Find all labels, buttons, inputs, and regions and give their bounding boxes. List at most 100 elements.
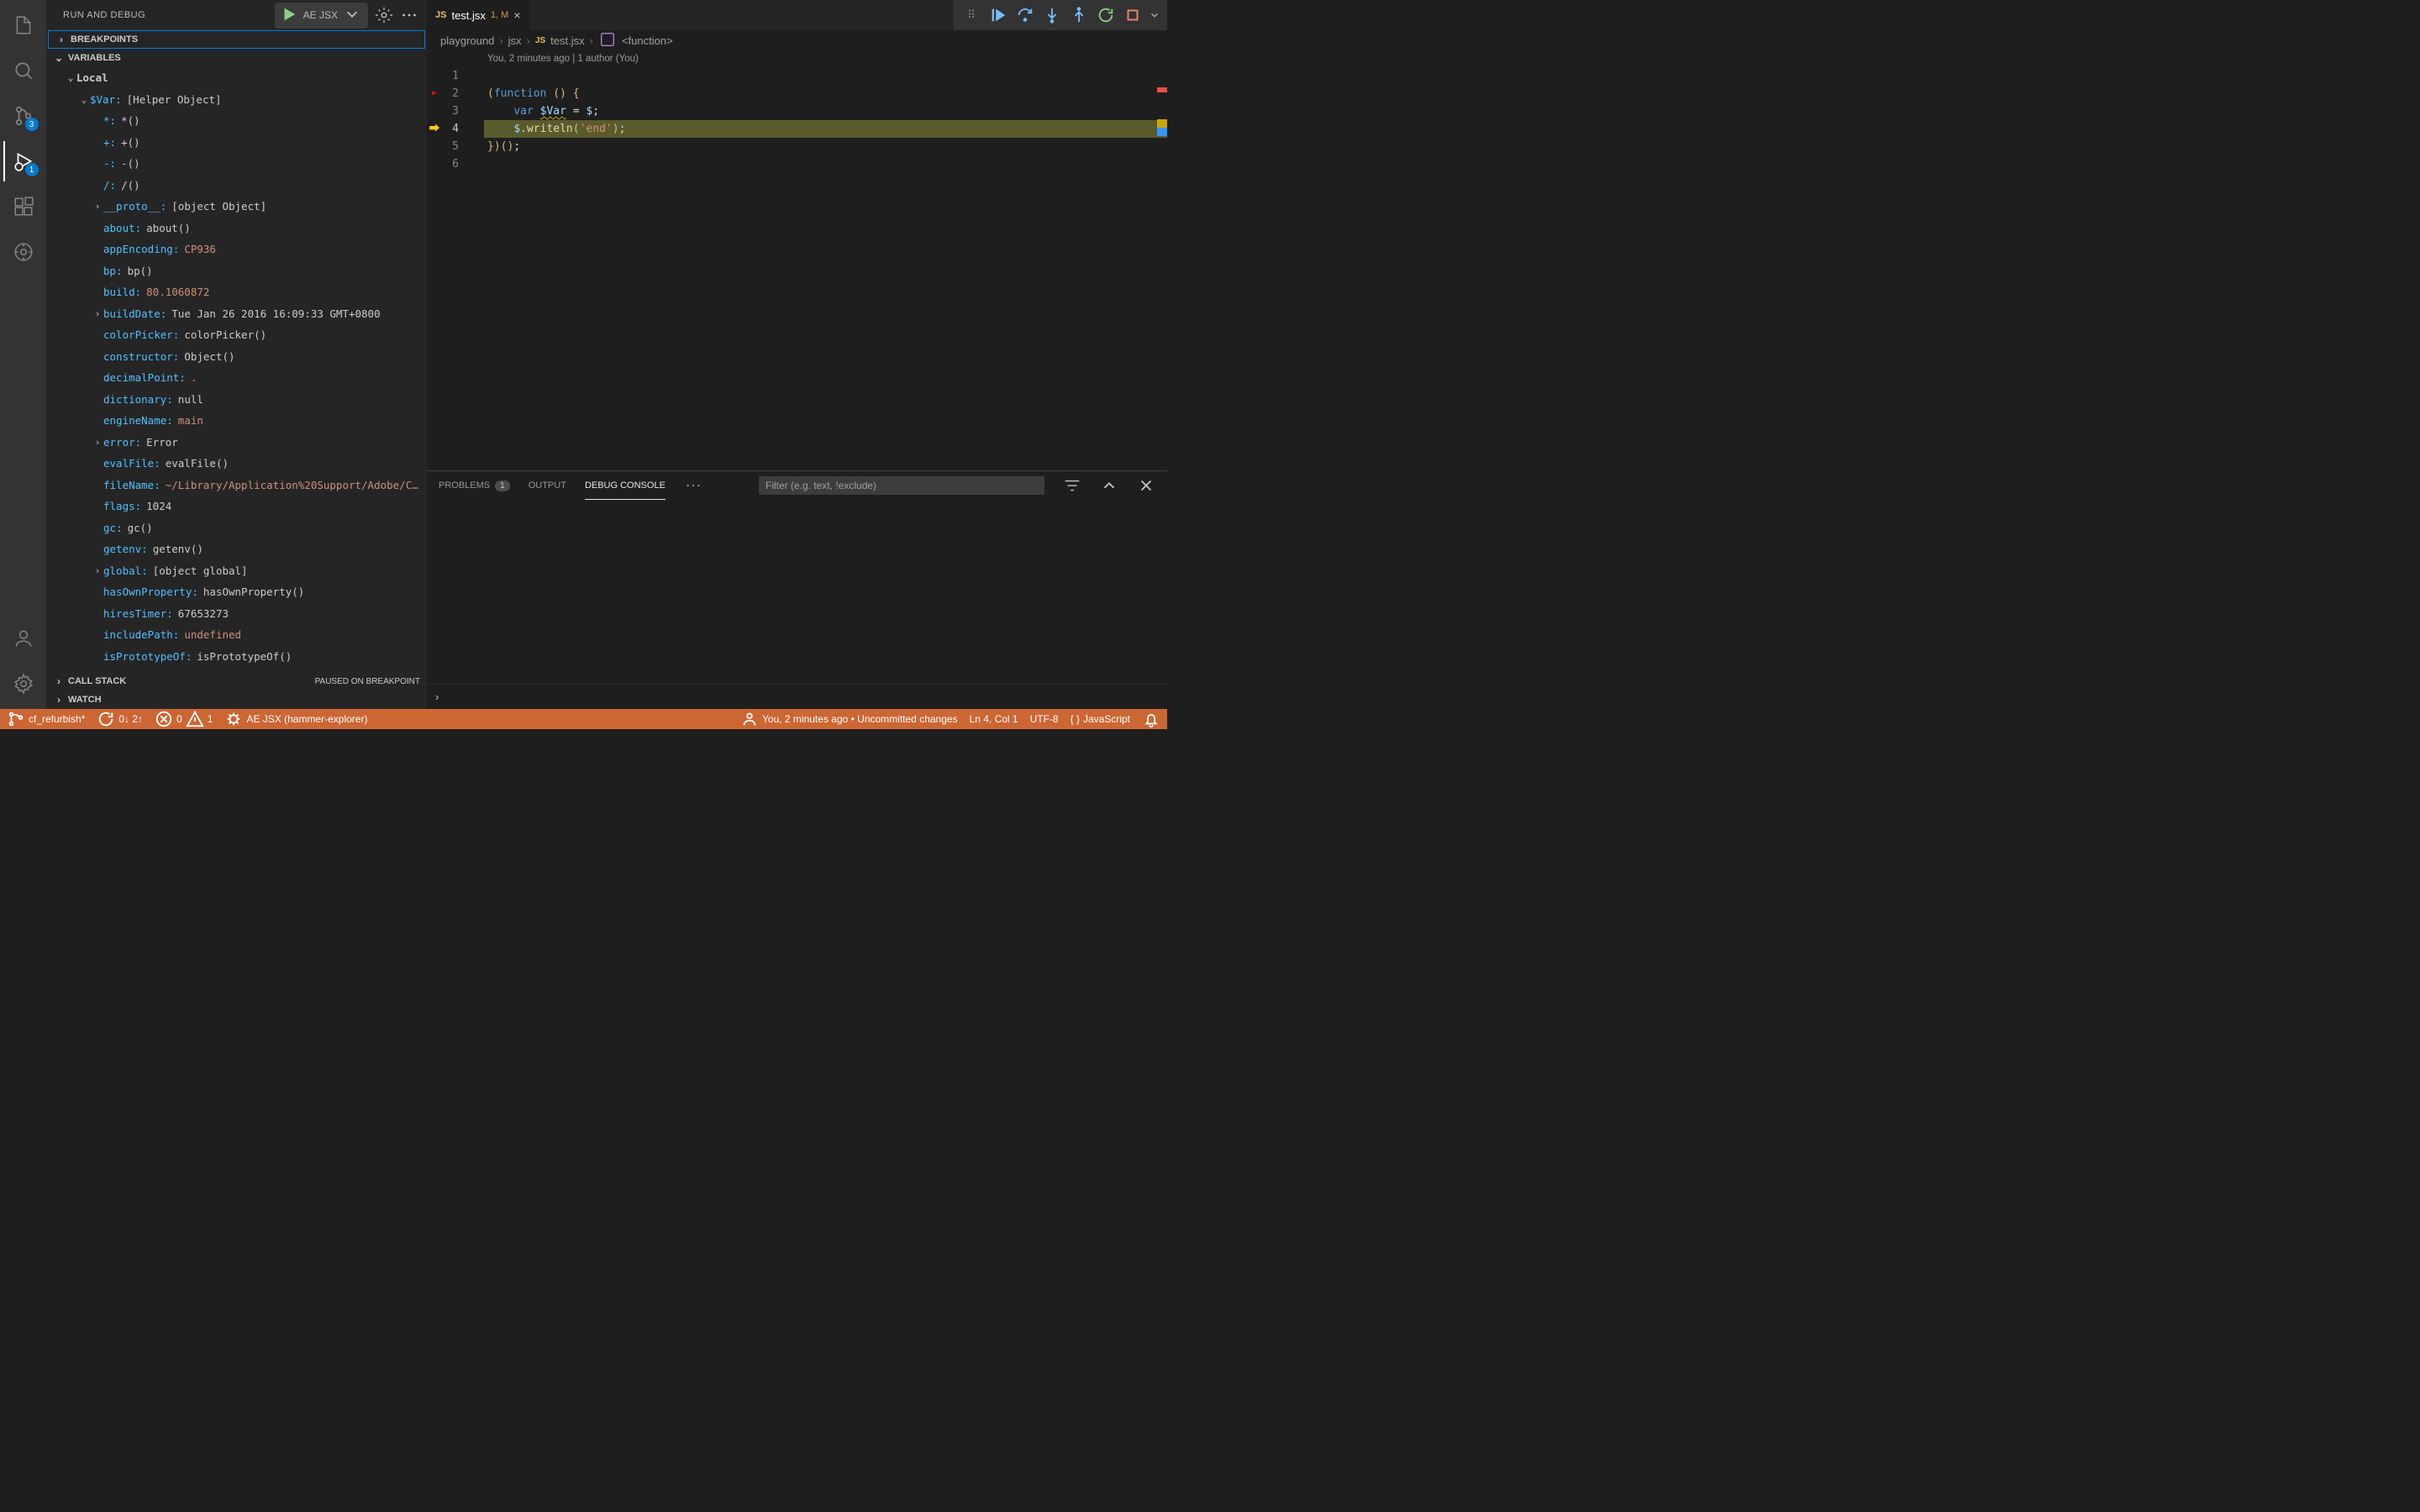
status-sync[interactable]: 0↓ 2↑ — [97, 710, 143, 728]
filter-input[interactable] — [759, 476, 1044, 495]
variable-row[interactable]: hiresTimer:67653273 — [46, 603, 427, 625]
var-key: colorPicker: — [103, 324, 179, 346]
problems-label: PROBLEMS — [439, 480, 490, 491]
grip-icon[interactable]: ⠿ — [960, 6, 982, 24]
overview-ruler[interactable] — [1155, 67, 1167, 470]
tab-test-jsx[interactable]: JS test.jsx 1, M × — [427, 0, 530, 30]
tab-problems[interactable]: PROBLEMS 1 — [439, 471, 510, 500]
debug-console-input[interactable]: › — [427, 684, 1167, 709]
variable-row[interactable]: bp:bp() — [46, 260, 427, 282]
var-key: global: — [103, 560, 148, 582]
variable-row[interactable]: *:*() — [46, 110, 427, 132]
variable-row[interactable]: appEncoding:CP936 — [46, 239, 427, 260]
debug-console-body[interactable] — [427, 500, 1167, 684]
crumb-file[interactable]: test.jsx — [550, 34, 584, 47]
variable-row[interactable]: colorPicker:colorPicker() — [46, 324, 427, 346]
tab-modified-badge: 1, M — [491, 10, 508, 20]
close-icon[interactable]: × — [513, 8, 520, 22]
variable-row[interactable]: fileName:~/Library/Application%20Support… — [46, 475, 427, 496]
status-bell-icon[interactable] — [1142, 710, 1160, 728]
explorer-icon[interactable] — [3, 5, 44, 45]
extensions-icon[interactable] — [3, 186, 44, 227]
step-over-icon[interactable] — [1014, 6, 1036, 24]
variables-body[interactable]: ⌄ Local ⌄ $Var: [Helper Object] *:*()+:+… — [46, 67, 427, 672]
gitlens-icon[interactable] — [3, 232, 44, 272]
settings-icon[interactable] — [3, 664, 44, 704]
variable-row[interactable]: hasOwnProperty:hasOwnProperty() — [46, 581, 427, 603]
variable-row[interactable]: engineName:main — [46, 410, 427, 432]
crumb-folder[interactable]: jsx — [508, 34, 522, 47]
var-header[interactable]: ⌄ $Var: [Helper Object] — [46, 89, 427, 111]
crumb-symbol[interactable]: <function> — [622, 34, 673, 47]
variable-row[interactable]: gc:gc() — [46, 517, 427, 539]
var-key: __proto__: — [103, 196, 166, 218]
watch-section[interactable]: › WATCH — [46, 690, 427, 709]
variable-row[interactable]: decimalPoint:. — [46, 367, 427, 389]
var-key: -: — [103, 153, 116, 175]
status-branch[interactable]: cf_refurbish* — [7, 710, 85, 728]
stop-icon[interactable] — [1122, 6, 1144, 24]
tab-bar: JS test.jsx 1, M × ⠿ — [427, 0, 1167, 30]
variable-row[interactable]: build:80.1060872 — [46, 281, 427, 303]
status-problems[interactable]: 0 1 — [155, 710, 213, 728]
callstack-section[interactable]: › CALL STACK PAUSED ON BREAKPOINT — [46, 672, 427, 690]
gitlens-codelens[interactable]: You, 2 minutes ago | 1 author (You) — [427, 50, 1167, 67]
run-debug-icon[interactable]: 1 — [3, 141, 44, 181]
filter-icon[interactable] — [1063, 476, 1081, 495]
variable-row[interactable]: ›error:Error — [46, 432, 427, 454]
scope-local[interactable]: ⌄ Local — [46, 67, 427, 89]
chevron-right-icon: › — [55, 34, 67, 45]
debug-badge: 1 — [25, 163, 39, 176]
chevron-up-icon[interactable] — [1100, 476, 1118, 495]
variable-row[interactable]: +:+() — [46, 132, 427, 154]
variable-row[interactable]: dictionary:null — [46, 389, 427, 411]
variable-row[interactable]: about:about() — [46, 218, 427, 239]
variable-row[interactable]: /:/() — [46, 175, 427, 197]
gear-icon[interactable] — [375, 6, 393, 24]
accounts-icon[interactable] — [3, 618, 44, 659]
tab-output[interactable]: OUTPUT — [529, 471, 566, 500]
variable-row[interactable]: getenv:getenv() — [46, 538, 427, 560]
start-debug-icon[interactable] — [280, 5, 298, 26]
breakpoints-section[interactable]: › BREAKPOINTS — [48, 30, 425, 49]
status-language[interactable]: { } JavaScript — [1071, 713, 1130, 725]
status-debug-target[interactable]: AE JSX (hammer-explorer) — [224, 710, 367, 728]
variable-row[interactable]: ›global:[object global] — [46, 560, 427, 582]
line-number: 4 — [442, 120, 472, 138]
tab-debug-console[interactable]: DEBUG CONSOLE — [585, 471, 666, 500]
more-icon[interactable] — [400, 6, 418, 24]
chevron-down-icon[interactable] — [343, 5, 361, 26]
chevron-right-icon: › — [527, 34, 530, 47]
var-key: includePath: — [103, 624, 179, 646]
variables-section[interactable]: ⌄ VARIABLES — [46, 49, 427, 67]
variable-row[interactable]: evalFile: evalFile() — [46, 453, 427, 475]
chevron-right-icon: › — [435, 690, 439, 703]
close-icon[interactable] — [1137, 476, 1155, 495]
variable-row[interactable]: -:-() — [46, 153, 427, 175]
search-icon[interactable] — [3, 50, 44, 91]
variable-row[interactable]: isPrototypeOf:isPrototypeOf() — [46, 646, 427, 668]
status-encoding[interactable]: UTF-8 — [1030, 713, 1059, 725]
var-key: evalFile: — [103, 453, 160, 475]
source-control-icon[interactable]: 3 — [3, 96, 44, 136]
more-icon[interactable] — [684, 476, 702, 495]
continue-icon[interactable] — [987, 6, 1009, 24]
sidebar-title: RUN AND DEBUG — [63, 10, 268, 20]
breadcrumb[interactable]: playground › jsx › JS test.jsx › <functi… — [427, 30, 1167, 50]
variable-row[interactable]: constructor:Object() — [46, 346, 427, 368]
chevron-down-icon[interactable] — [1149, 6, 1160, 24]
code-editor[interactable]: 1 ▶2 (function () { 3 var $Var = $; ⮕4 $… — [427, 67, 1167, 470]
var-val: evalFile() — [166, 453, 229, 475]
restart-icon[interactable] — [1095, 6, 1117, 24]
variable-row[interactable]: includePath:undefined — [46, 624, 427, 646]
step-into-icon[interactable] — [1041, 6, 1063, 24]
status-position[interactable]: Ln 4, Col 1 — [970, 713, 1018, 725]
crumb-folder[interactable]: playground — [440, 34, 494, 47]
variable-row[interactable]: ›buildDate:Tue Jan 26 2016 16:09:33 GMT+… — [46, 303, 427, 325]
step-out-icon[interactable] — [1068, 6, 1090, 24]
status-blame[interactable]: You, 2 minutes ago • Uncommitted changes — [740, 710, 958, 728]
var-key: getenv: — [103, 538, 148, 560]
debug-config-select[interactable]: AE JSX — [275, 3, 368, 29]
variable-row[interactable]: ›__proto__:[object Object] — [46, 196, 427, 218]
variable-row[interactable]: flags:1024 — [46, 496, 427, 517]
